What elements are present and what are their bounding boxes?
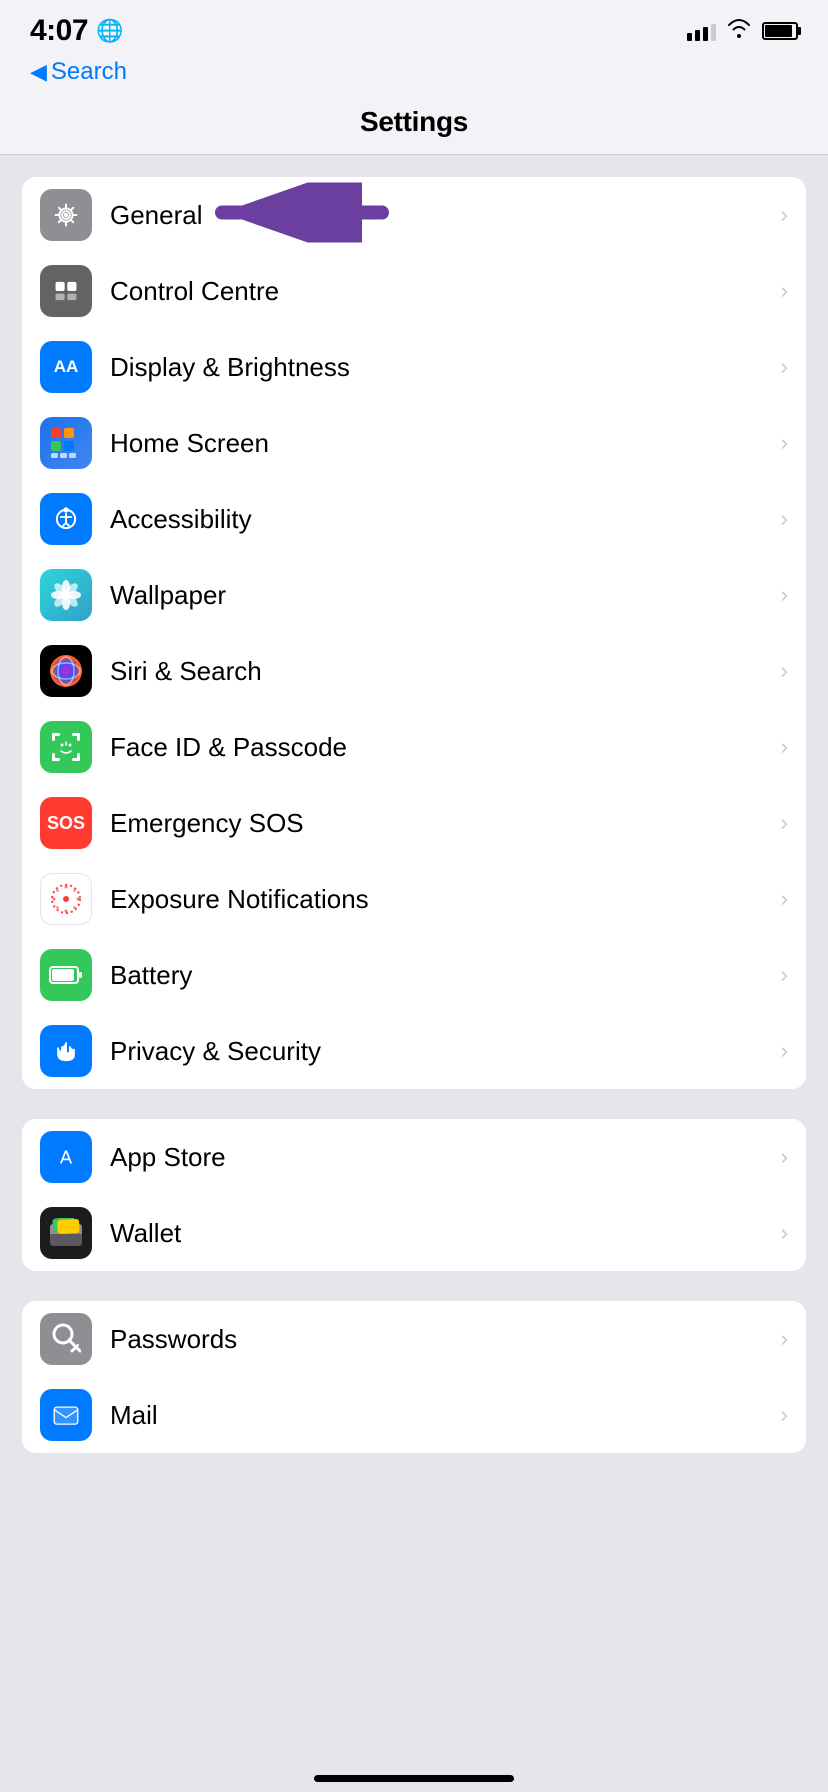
home-screen-label: Home Screen	[110, 428, 781, 459]
app-store-icon: A	[40, 1131, 92, 1183]
exposure-icon	[40, 873, 92, 925]
wallpaper-icon	[40, 569, 92, 621]
battery-label: Battery	[110, 960, 781, 991]
passwords-label: Passwords	[110, 1324, 781, 1355]
battery-icon	[762, 22, 798, 40]
settings-group-1: General ›	[22, 177, 806, 1089]
accessibility-label: Accessibility	[110, 504, 781, 535]
signal-bar-1	[687, 33, 692, 41]
settings-item-passwords[interactable]: Passwords ›	[22, 1301, 806, 1377]
control-centre-chevron: ›	[781, 278, 788, 304]
status-right	[687, 18, 798, 44]
settings-item-display-brightness[interactable]: AA Display & Brightness ›	[22, 329, 806, 405]
exposure-label: Exposure Notifications	[110, 884, 781, 915]
privacy-label: Privacy & Security	[110, 1036, 781, 1067]
svg-text:AA: AA	[54, 357, 79, 376]
battery-fill	[765, 25, 792, 37]
home-screen-chevron: ›	[781, 430, 788, 456]
emergency-sos-label: Emergency SOS	[110, 808, 781, 839]
wallpaper-label: Wallpaper	[110, 580, 781, 611]
settings-item-wallet[interactable]: Wallet ›	[22, 1195, 806, 1271]
display-brightness-label: Display & Brightness	[110, 352, 781, 383]
globe-icon: 🌐	[96, 18, 123, 44]
back-button[interactable]: ◀ Search	[30, 58, 798, 86]
settings-item-mail[interactable]: Mail ›	[22, 1377, 806, 1453]
home-screen-icon	[40, 417, 92, 469]
signal-bar-3	[703, 27, 708, 41]
back-label: Search	[51, 58, 127, 86]
home-indicator	[314, 1775, 514, 1782]
face-id-chevron: ›	[781, 734, 788, 760]
settings-item-general[interactable]: General ›	[22, 177, 806, 253]
app-store-label: App Store	[110, 1142, 781, 1173]
settings-item-siri-search[interactable]: Siri & Search ›	[22, 633, 806, 709]
page-title-bar: Settings	[0, 96, 828, 155]
settings-group-3: Passwords › Mail ›	[22, 1301, 806, 1453]
passwords-icon	[40, 1313, 92, 1365]
wallet-chevron: ›	[781, 1220, 788, 1246]
mail-label: Mail	[110, 1400, 781, 1431]
signal-bar-2	[695, 30, 700, 41]
settings-item-accessibility[interactable]: Accessibility ›	[22, 481, 806, 557]
control-centre-label: Control Centre	[110, 276, 781, 307]
app-store-chevron: ›	[781, 1144, 788, 1170]
accessibility-icon	[40, 493, 92, 545]
settings-item-face-id[interactable]: Face ID & Passcode ›	[22, 709, 806, 785]
control-centre-icon	[40, 265, 92, 317]
settings-item-emergency-sos[interactable]: SOS Emergency SOS ›	[22, 785, 806, 861]
general-icon	[40, 189, 92, 241]
accessibility-chevron: ›	[781, 506, 788, 532]
general-chevron: ›	[781, 202, 788, 228]
mail-icon	[40, 1389, 92, 1441]
battery-settings-icon	[40, 949, 92, 1001]
svg-text:A: A	[60, 1147, 73, 1168]
settings-group-2: A App Store ›	[22, 1119, 806, 1271]
signal-bar-4	[711, 24, 716, 41]
battery-chevron: ›	[781, 962, 788, 988]
face-id-icon	[40, 721, 92, 773]
wallet-icon	[40, 1207, 92, 1259]
display-brightness-chevron: ›	[781, 354, 788, 380]
nav-back: ◀ Search	[0, 54, 828, 96]
status-time: 4:07	[30, 14, 88, 48]
passwords-chevron: ›	[781, 1326, 788, 1352]
mail-chevron: ›	[781, 1402, 788, 1428]
siri-search-chevron: ›	[781, 658, 788, 684]
status-bar: 4:07 🌐	[0, 0, 828, 54]
settings-item-battery[interactable]: Battery ›	[22, 937, 806, 1013]
privacy-chevron: ›	[781, 1038, 788, 1064]
settings-item-wallpaper[interactable]: Wallpaper ›	[22, 557, 806, 633]
siri-icon	[40, 645, 92, 697]
siri-search-label: Siri & Search	[110, 656, 781, 687]
general-label: General	[110, 200, 781, 231]
settings-item-control-centre[interactable]: Control Centre ›	[22, 253, 806, 329]
back-chevron-icon: ◀	[30, 59, 47, 85]
settings-item-home-screen[interactable]: Home Screen ›	[22, 405, 806, 481]
face-id-label: Face ID & Passcode	[110, 732, 781, 763]
wallet-label: Wallet	[110, 1218, 781, 1249]
page-title: Settings	[360, 106, 468, 137]
exposure-chevron: ›	[781, 886, 788, 912]
status-left: 4:07 🌐	[30, 14, 123, 48]
signal-bars	[687, 21, 716, 41]
display-icon: AA	[40, 341, 92, 393]
settings-item-exposure[interactable]: Exposure Notifications ›	[22, 861, 806, 937]
emergency-sos-chevron: ›	[781, 810, 788, 836]
wifi-icon	[726, 18, 752, 44]
privacy-icon	[40, 1025, 92, 1077]
wallpaper-chevron: ›	[781, 582, 788, 608]
settings-content: General ›	[0, 155, 828, 1505]
settings-item-privacy[interactable]: Privacy & Security ›	[22, 1013, 806, 1089]
settings-item-app-store[interactable]: A App Store ›	[22, 1119, 806, 1195]
emergency-sos-icon: SOS	[40, 797, 92, 849]
